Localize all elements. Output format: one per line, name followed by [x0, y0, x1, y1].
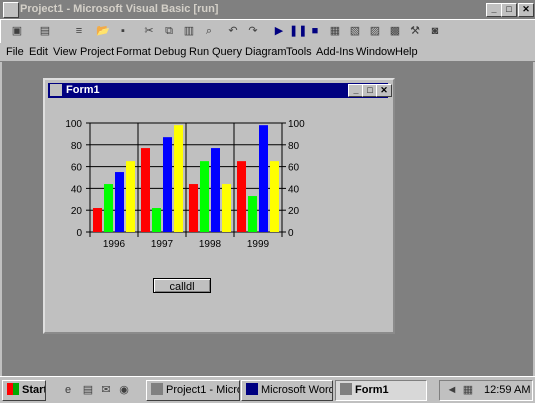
close-button[interactable]: ✕	[518, 3, 534, 17]
y-tick-label-left: 0	[76, 228, 82, 239]
form-task-icon	[340, 383, 352, 395]
y-tick-label-left: 80	[71, 141, 83, 152]
menu-editor-icon[interactable]: ≡	[71, 23, 87, 39]
bar-1997-series4	[174, 125, 183, 232]
add-form-icon[interactable]: ▤	[37, 23, 53, 39]
window-title: Project1 - Microsoft Visual Basic [run]	[20, 3, 219, 15]
y-tick-label-right: 0	[288, 228, 294, 239]
windows-flag-icon	[7, 383, 19, 395]
system-tray: ◄ ▦ 12:59 AM	[439, 380, 533, 401]
taskbar: Start e ▤ ✉ ◉ Project1 - Micro... Micros…	[0, 376, 535, 403]
bar-1999-series3	[259, 125, 268, 232]
object-browser-icon[interactable]: ▩	[387, 23, 403, 39]
form-layout-icon[interactable]: ▨	[367, 23, 383, 39]
bar-1997-series2	[152, 208, 161, 232]
y-tick-label-right: 60	[288, 163, 300, 174]
menu-window[interactable]: Window	[356, 46, 395, 58]
menu-file[interactable]: File	[6, 46, 24, 58]
task-form1[interactable]: Form1	[335, 380, 427, 401]
find-icon[interactable]: ⌕	[201, 23, 217, 39]
network-icon[interactable]: ▦	[460, 382, 476, 398]
menu-diagram[interactable]: Diagram	[245, 46, 287, 58]
form1-title-bar[interactable]: Form1 _ □ ✕	[48, 83, 392, 98]
ie-icon[interactable]: e	[60, 382, 76, 398]
minimize-button[interactable]: _	[486, 3, 502, 17]
y-tick-label-left: 60	[71, 163, 83, 174]
add-project-icon[interactable]: ▣	[9, 23, 25, 39]
bar-1998-series1	[189, 184, 198, 232]
menu-project[interactable]: Project	[80, 46, 114, 58]
outlook-icon[interactable]: ✉	[98, 382, 114, 398]
task-project1[interactable]: Project1 - Micro...	[146, 380, 240, 401]
bar-1999-series1	[237, 161, 246, 232]
bar-1998-series3	[211, 148, 220, 232]
clock: 12:59 AM	[484, 384, 531, 396]
y-tick-label-left: 100	[65, 119, 82, 130]
vb-app-icon[interactable]	[3, 2, 19, 18]
vb-task-icon	[151, 383, 163, 395]
copy-icon[interactable]: ⧉	[161, 23, 177, 39]
bar-1997-series3	[163, 137, 172, 232]
bar-1996-series3	[115, 172, 124, 232]
x-tick-label: 1999	[247, 239, 270, 250]
form-icon[interactable]	[50, 84, 62, 96]
menu-help[interactable]: Help	[395, 46, 418, 58]
desktop-icon[interactable]: ▤	[80, 382, 96, 398]
y-tick-label-right: 100	[288, 119, 305, 130]
start-button[interactable]: Start	[2, 380, 46, 401]
menu-debug[interactable]: Debug	[154, 46, 186, 58]
paste-icon[interactable]: ▥	[181, 23, 197, 39]
standard-toolbar: ▣ ▤ ≡ 📂 ▪ ✂ ⧉ ▥ ⌕ ↶ ↷ ▶ ❚❚ ■ ▦ ▧ ▨ ▩ ⚒ ◙	[0, 19, 535, 45]
calldl-button[interactable]: calldl	[153, 278, 211, 293]
word-icon	[246, 383, 258, 395]
bar-1996-series4	[126, 161, 135, 232]
menu-format[interactable]: Format	[116, 46, 151, 58]
bar-chart: 0 0 20 20 40 40 60 60 80 80 100 100 1996 1997 1998 1999	[65, 119, 305, 250]
speaker-icon[interactable]: ◄	[444, 382, 460, 398]
menu-run[interactable]: Run	[189, 46, 209, 58]
start-icon[interactable]: ▶	[271, 23, 287, 39]
end-icon[interactable]: ■	[307, 23, 323, 39]
menu-view[interactable]: View	[53, 46, 77, 58]
form-close-button[interactable]: ✕	[376, 84, 392, 97]
bar-1996-series2	[104, 184, 113, 232]
menu-edit[interactable]: Edit	[29, 46, 48, 58]
x-tick-label: 1998	[199, 239, 222, 250]
bar-1999-series4	[270, 161, 279, 232]
y-tick-label-left: 40	[71, 184, 83, 195]
vb-title-bar: Project1 - Microsoft Visual Basic [run] …	[0, 0, 535, 19]
task-word[interactable]: Microsoft Word	[241, 380, 333, 401]
x-tick-label: 1996	[103, 239, 126, 250]
maximize-button[interactable]: □	[501, 3, 517, 17]
y-tick-label-right: 40	[288, 184, 300, 195]
channels-icon[interactable]: ◉	[116, 382, 132, 398]
save-project-icon[interactable]: ▪	[115, 23, 131, 39]
undo-icon[interactable]: ↶	[225, 23, 241, 39]
bar-1998-series2	[200, 161, 209, 232]
y-tick-label-right: 80	[288, 141, 300, 152]
y-tick-label-left: 20	[71, 206, 83, 217]
menu-add-ins[interactable]: Add-Ins	[316, 46, 354, 58]
properties-window-icon[interactable]: ▧	[347, 23, 363, 39]
menu-tools[interactable]: Tools	[286, 46, 312, 58]
open-project-icon[interactable]: 📂	[95, 23, 111, 39]
menu-query[interactable]: Query	[212, 46, 242, 58]
break-icon[interactable]: ❚❚	[289, 23, 307, 39]
bar-1997-series1	[141, 148, 150, 232]
bar-1998-series4	[222, 184, 231, 232]
menu-bar: File Edit View Project Format Debug Run …	[0, 43, 535, 62]
toolbox-icon[interactable]: ⚒	[407, 23, 423, 39]
x-tick-label: 1997	[151, 239, 174, 250]
form1-title: Form1	[66, 84, 100, 96]
data-view-icon[interactable]: ◙	[427, 23, 443, 39]
bar-1996-series1	[93, 208, 102, 232]
redo-icon[interactable]: ↷	[245, 23, 261, 39]
y-tick-label-right: 20	[288, 206, 300, 217]
cut-icon[interactable]: ✂	[141, 23, 157, 39]
bar-1999-series2	[248, 196, 257, 232]
project-explorer-icon[interactable]: ▦	[327, 23, 343, 39]
